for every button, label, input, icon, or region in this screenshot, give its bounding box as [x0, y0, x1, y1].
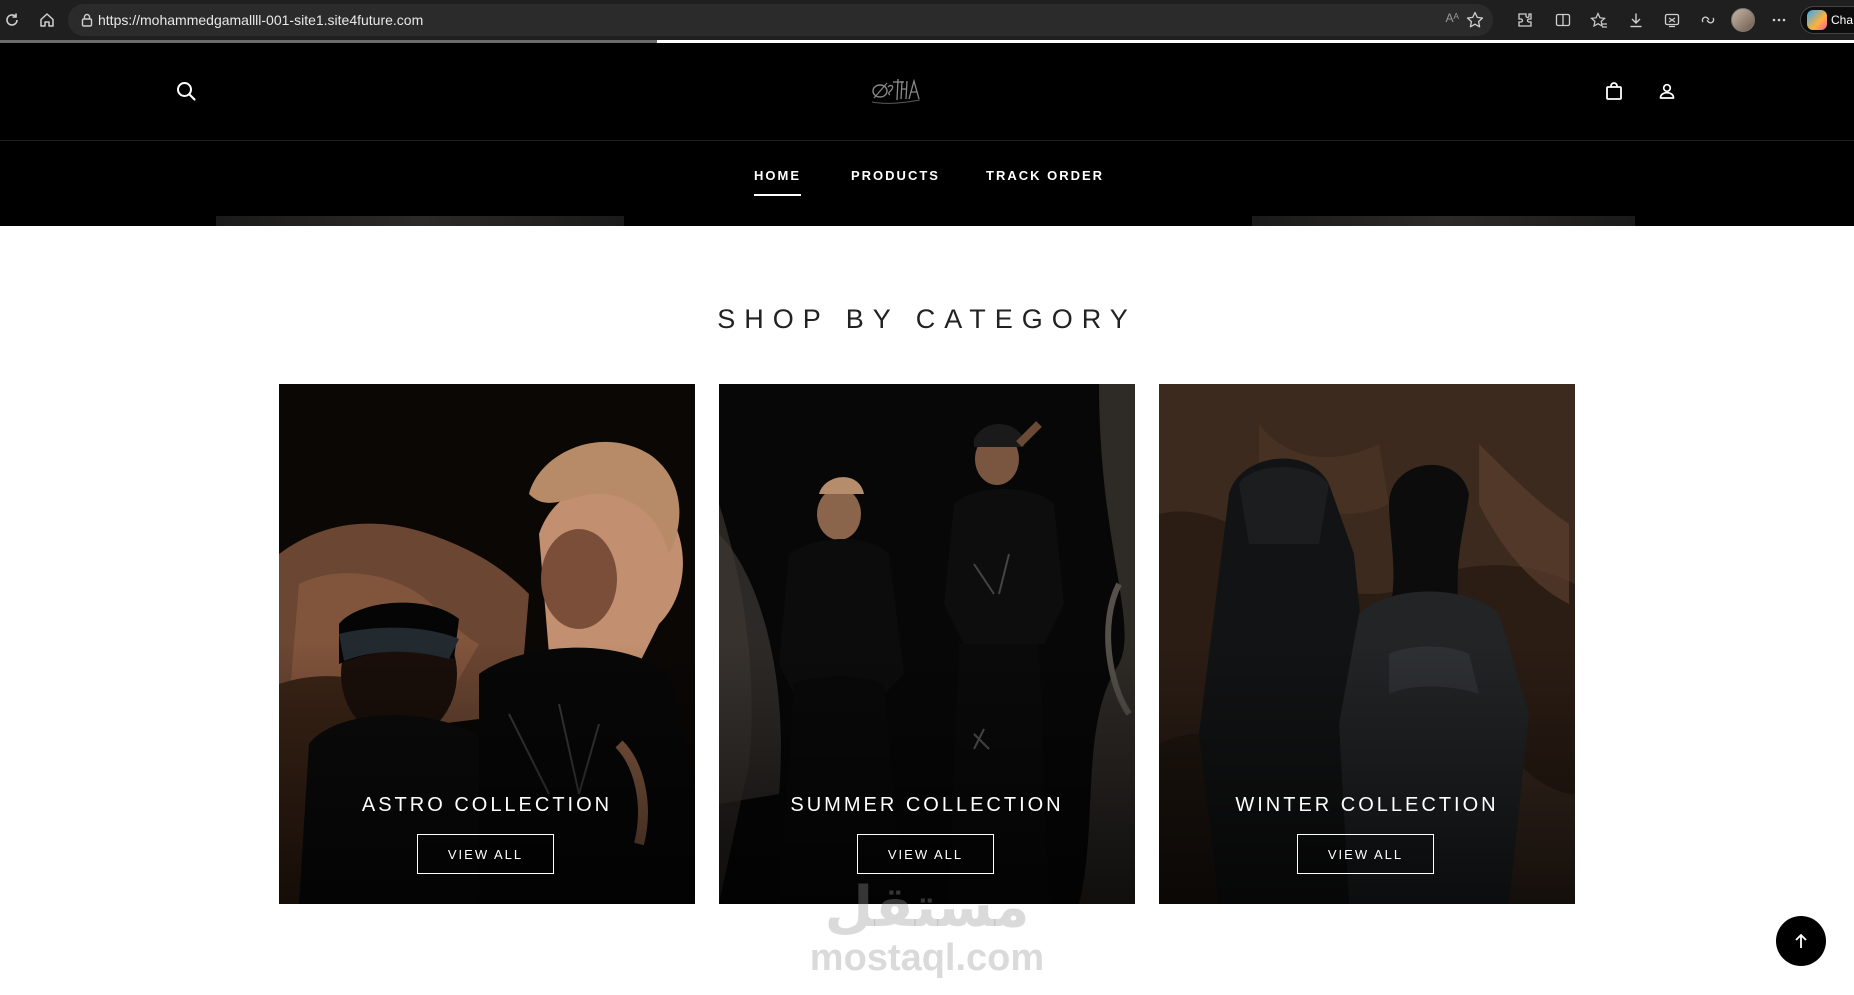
watermark: مستقل mostaql.com	[0, 875, 1854, 979]
view-all-button[interactable]: VIEW ALL	[417, 834, 554, 874]
url-text[interactable]: https://mohammedgamallll-001-site1.site4…	[98, 12, 423, 28]
refresh-icon[interactable]	[0, 8, 24, 32]
copilot-button[interactable]: Cha	[1800, 6, 1854, 34]
nav-home[interactable]: HOME	[754, 168, 801, 196]
category-title: WINTER COLLECTION	[1235, 794, 1499, 816]
watermark-arabic: مستقل	[824, 875, 1030, 940]
site-header	[0, 43, 1854, 141]
main-navigation: HOME PRODUCTS TRACK ORDER	[0, 141, 1854, 226]
user-icon[interactable]	[1653, 77, 1681, 105]
home-icon[interactable]	[35, 8, 59, 32]
favorites-icon[interactable]	[1587, 8, 1611, 32]
back-to-top-button[interactable]	[1776, 916, 1826, 966]
browser-essentials-icon[interactable]	[1696, 8, 1720, 32]
category-card-summer[interactable]: SUMMER COLLECTION VIEW ALL	[719, 384, 1135, 904]
category-title: SUMMER COLLECTION	[790, 794, 1064, 816]
search-icon[interactable]	[172, 77, 200, 105]
address-bar[interactable]: https://mohammedgamallll-001-site1.site4…	[68, 4, 1493, 36]
more-icon[interactable]	[1767, 8, 1791, 32]
watermark-latin: mostaql.com	[809, 937, 1045, 979]
screenshot-icon[interactable]	[1660, 8, 1684, 32]
split-screen-icon[interactable]	[1551, 8, 1575, 32]
hero-banner-edge	[216, 216, 624, 226]
view-all-button[interactable]: VIEW ALL	[857, 834, 994, 874]
category-title: ASTRO COLLECTION	[361, 794, 613, 816]
read-aloud-icon[interactable]: Aᴬ	[1446, 11, 1459, 25]
brand-logo[interactable]	[868, 70, 924, 110]
extensions-icon[interactable]	[1513, 8, 1537, 32]
profile-avatar[interactable]	[1731, 8, 1755, 32]
copilot-icon	[1807, 10, 1827, 30]
nav-track-order[interactable]: TRACK ORDER	[986, 168, 1104, 183]
downloads-icon[interactable]	[1624, 8, 1648, 32]
hero-banner-edge	[1252, 216, 1635, 226]
browser-toolbar: https://mohammedgamallll-001-site1.site4…	[0, 0, 1854, 40]
section-title: SHOP BY CATEGORY	[717, 304, 1137, 334]
arrow-up-icon	[1795, 933, 1807, 948]
brand-logo-mark	[871, 78, 921, 104]
copilot-label: Cha	[1831, 13, 1854, 27]
favorite-star-icon[interactable]	[1465, 10, 1485, 35]
nav-products[interactable]: PRODUCTS	[851, 168, 940, 183]
lock-icon[interactable]	[80, 12, 94, 33]
category-card-astro[interactable]: ASTRO COLLECTION VIEW ALL	[279, 384, 695, 904]
category-card-winter[interactable]: WINTER COLLECTION VIEW ALL	[1159, 384, 1575, 904]
view-all-button[interactable]: VIEW ALL	[1297, 834, 1434, 874]
shopping-bag-icon[interactable]	[1600, 77, 1628, 105]
